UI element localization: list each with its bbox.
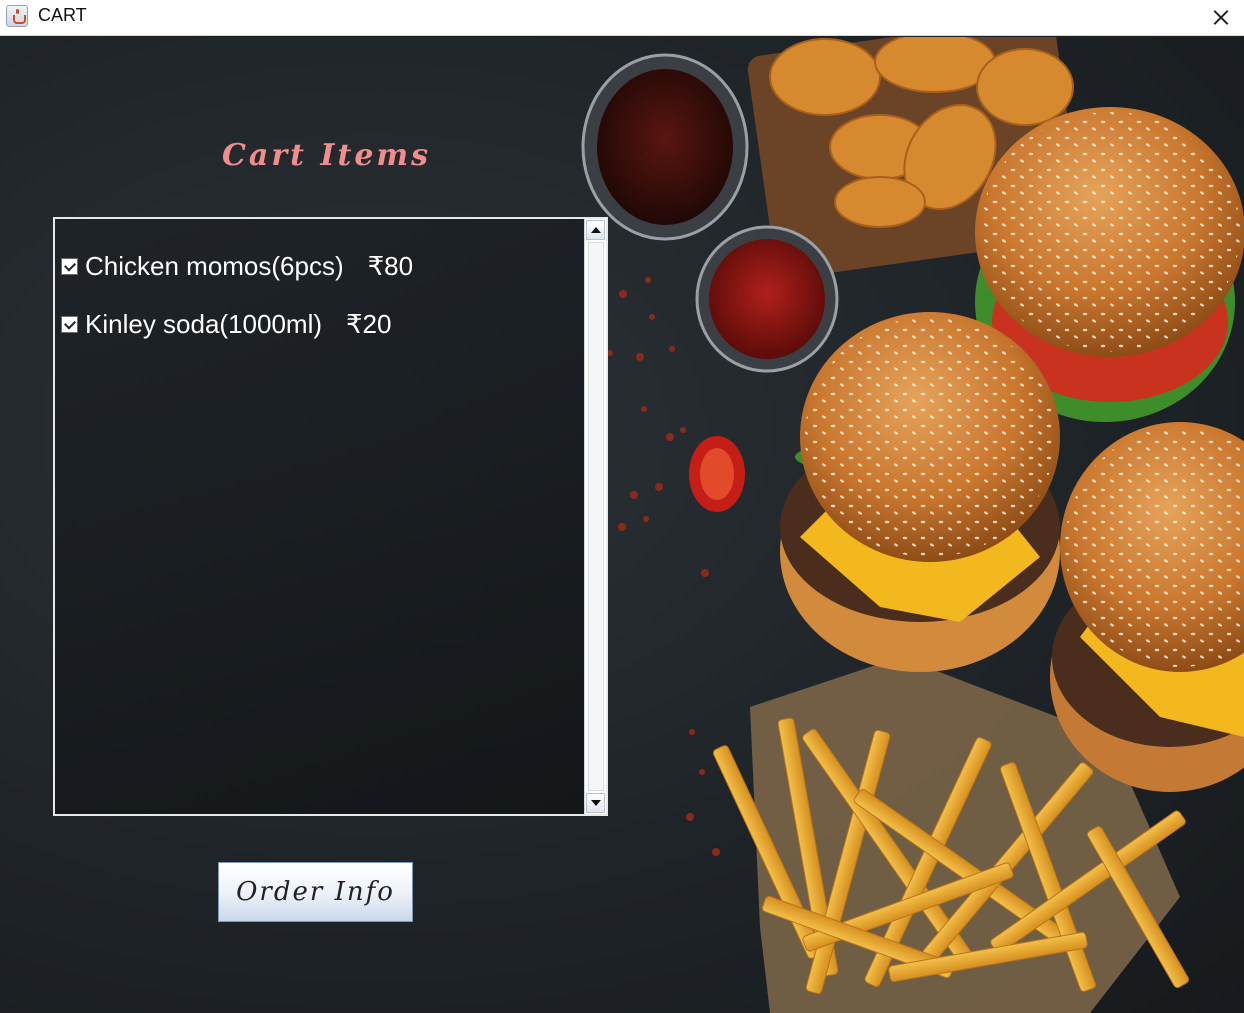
close-icon[interactable]	[1198, 0, 1244, 35]
cart-items-heading: Cart Items	[222, 138, 432, 173]
order-info-button[interactable]: Order Info	[218, 862, 413, 922]
item-checkbox[interactable]	[61, 257, 78, 275]
vertical-scrollbar[interactable]	[584, 219, 606, 814]
item-price: ₹20	[346, 308, 392, 339]
title-bar: CART	[0, 0, 1244, 36]
scroll-up-arrow-icon[interactable]	[586, 220, 605, 240]
cart-items-list[interactable]: Chicken momos(6pcs) ₹80 Kinley soda(1000…	[53, 217, 608, 816]
scroll-track[interactable]	[588, 242, 604, 791]
item-price: ₹80	[367, 250, 414, 281]
item-checkbox[interactable]	[61, 315, 78, 333]
cart-items-container: Chicken momos(6pcs) ₹80 Kinley soda(1000…	[61, 237, 413, 353]
window-title: CART	[38, 5, 87, 25]
scroll-down-arrow-icon[interactable]	[586, 793, 605, 813]
item-name: Chicken momos(6pcs)	[85, 250, 344, 281]
cart-item-kinley-soda[interactable]: Kinley soda(1000ml) ₹20	[61, 295, 413, 353]
cart-item-chicken-momos[interactable]: Chicken momos(6pcs) ₹80	[61, 237, 413, 295]
item-name: Kinley soda(1000ml)	[85, 308, 323, 339]
java-cup-icon	[6, 5, 28, 27]
cart-window-content: Cart Items Chicken momos(6pcs) ₹80 Kinle…	[0, 37, 1244, 1013]
